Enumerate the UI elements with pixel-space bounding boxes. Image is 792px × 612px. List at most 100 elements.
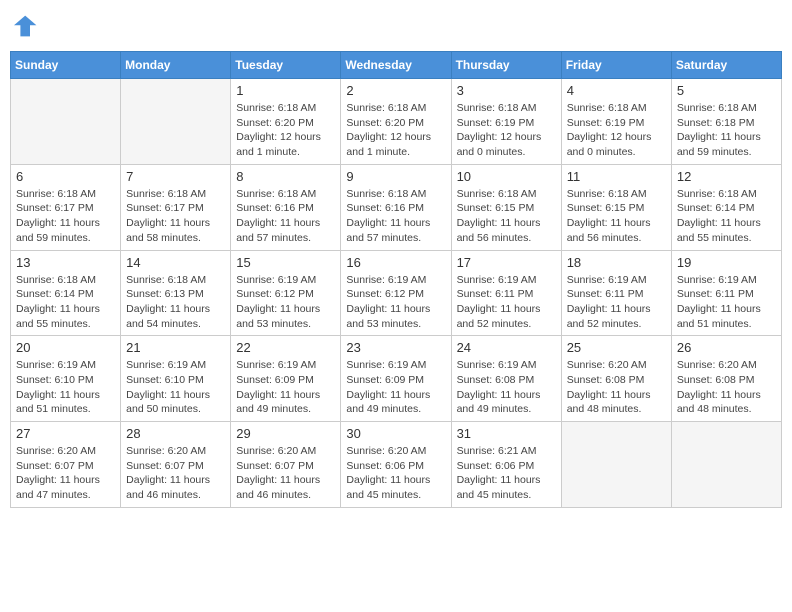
day-number: 2 <box>346 83 445 98</box>
day-number: 13 <box>16 255 115 270</box>
day-info: Sunrise: 6:18 AM Sunset: 6:15 PM Dayligh… <box>567 187 666 246</box>
day-info: Sunrise: 6:18 AM Sunset: 6:17 PM Dayligh… <box>126 187 225 246</box>
day-info: Sunrise: 6:18 AM Sunset: 6:16 PM Dayligh… <box>236 187 335 246</box>
day-of-week-header: Thursday <box>451 52 561 79</box>
calendar-cell <box>121 79 231 165</box>
day-info: Sunrise: 6:18 AM Sunset: 6:20 PM Dayligh… <box>346 101 445 160</box>
day-info: Sunrise: 6:19 AM Sunset: 6:08 PM Dayligh… <box>457 358 556 417</box>
day-info: Sunrise: 6:19 AM Sunset: 6:11 PM Dayligh… <box>457 273 556 332</box>
day-info: Sunrise: 6:19 AM Sunset: 6:09 PM Dayligh… <box>346 358 445 417</box>
day-info: Sunrise: 6:19 AM Sunset: 6:12 PM Dayligh… <box>346 273 445 332</box>
day-of-week-header: Monday <box>121 52 231 79</box>
day-info: Sunrise: 6:20 AM Sunset: 6:07 PM Dayligh… <box>236 444 335 503</box>
calendar-week-row: 27 Sunrise: 6:20 AM Sunset: 6:07 PM Dayli… <box>11 422 782 508</box>
day-of-week-header: Sunday <box>11 52 121 79</box>
day-of-week-header: Saturday <box>671 52 781 79</box>
day-number: 8 <box>236 169 335 184</box>
calendar-cell: 17 Sunrise: 6:19 AM Sunset: 6:11 PM Dayli… <box>451 250 561 336</box>
calendar-cell: 19 Sunrise: 6:19 AM Sunset: 6:11 PM Dayli… <box>671 250 781 336</box>
day-info: Sunrise: 6:20 AM Sunset: 6:07 PM Dayligh… <box>16 444 115 503</box>
calendar-week-row: 20 Sunrise: 6:19 AM Sunset: 6:10 PM Dayli… <box>11 336 782 422</box>
calendar-cell: 25 Sunrise: 6:20 AM Sunset: 6:08 PM Dayli… <box>561 336 671 422</box>
day-number: 18 <box>567 255 666 270</box>
calendar-cell: 21 Sunrise: 6:19 AM Sunset: 6:10 PM Dayli… <box>121 336 231 422</box>
day-number: 17 <box>457 255 556 270</box>
day-number: 24 <box>457 340 556 355</box>
day-number: 21 <box>126 340 225 355</box>
calendar-cell: 16 Sunrise: 6:19 AM Sunset: 6:12 PM Dayli… <box>341 250 451 336</box>
day-info: Sunrise: 6:18 AM Sunset: 6:14 PM Dayligh… <box>677 187 776 246</box>
calendar-cell: 11 Sunrise: 6:18 AM Sunset: 6:15 PM Dayli… <box>561 164 671 250</box>
day-number: 29 <box>236 426 335 441</box>
day-number: 20 <box>16 340 115 355</box>
day-info: Sunrise: 6:21 AM Sunset: 6:06 PM Dayligh… <box>457 444 556 503</box>
calendar-cell: 14Sunrise: 6:18 AM Sunset: 6:13 PM Dayli… <box>121 250 231 336</box>
day-info: Sunrise: 6:19 AM Sunset: 6:10 PM Dayligh… <box>16 358 115 417</box>
day-number: 11 <box>567 169 666 184</box>
day-number: 30 <box>346 426 445 441</box>
day-info: Sunrise: 6:18 AM Sunset: 6:20 PM Dayligh… <box>236 101 335 160</box>
day-number: 5 <box>677 83 776 98</box>
day-number: 9 <box>346 169 445 184</box>
calendar-cell: 8 Sunrise: 6:18 AM Sunset: 6:16 PM Daylig… <box>231 164 341 250</box>
calendar-cell: 31 Sunrise: 6:21 AM Sunset: 6:06 PM Dayli… <box>451 422 561 508</box>
calendar-cell <box>671 422 781 508</box>
calendar-cell <box>11 79 121 165</box>
day-info: Sunrise: 6:19 AM Sunset: 6:11 PM Dayligh… <box>677 273 776 332</box>
day-number: 12 <box>677 169 776 184</box>
day-number: 1 <box>236 83 335 98</box>
calendar-cell: 24 Sunrise: 6:19 AM Sunset: 6:08 PM Dayli… <box>451 336 561 422</box>
day-info: Sunrise: 6:18 AM Sunset: 6:13 PM Dayligh… <box>126 273 225 332</box>
calendar-cell: 6 Sunrise: 6:18 AM Sunset: 6:17 PM Daylig… <box>11 164 121 250</box>
day-number: 27 <box>16 426 115 441</box>
calendar-cell: 23 Sunrise: 6:19 AM Sunset: 6:09 PM Dayli… <box>341 336 451 422</box>
day-info: Sunrise: 6:18 AM Sunset: 6:16 PM Dayligh… <box>346 187 445 246</box>
day-number: 22 <box>236 340 335 355</box>
day-info: Sunrise: 6:19 AM Sunset: 6:09 PM Dayligh… <box>236 358 335 417</box>
calendar-table: SundayMondayTuesdayWednesdayThursdayFrid… <box>10 51 782 508</box>
day-of-week-header: Wednesday <box>341 52 451 79</box>
day-info: Sunrise: 6:20 AM Sunset: 6:06 PM Dayligh… <box>346 444 445 503</box>
calendar-week-row: 13 Sunrise: 6:18 AM Sunset: 6:14 PM Dayli… <box>11 250 782 336</box>
day-info: Sunrise: 6:18 AM Sunset: 6:19 PM Dayligh… <box>457 101 556 160</box>
day-info: Sunrise: 6:18 AM Sunset: 6:14 PM Dayligh… <box>16 273 115 332</box>
day-of-week-header: Friday <box>561 52 671 79</box>
day-info: Sunrise: 6:18 AM Sunset: 6:17 PM Dayligh… <box>16 187 115 246</box>
logo-icon <box>14 14 38 38</box>
day-number: 7 <box>126 169 225 184</box>
day-number: 19 <box>677 255 776 270</box>
day-number: 25 <box>567 340 666 355</box>
day-number: 6 <box>16 169 115 184</box>
calendar-cell: 13 Sunrise: 6:18 AM Sunset: 6:14 PM Dayli… <box>11 250 121 336</box>
calendar-cell: 15 Sunrise: 6:19 AM Sunset: 6:12 PM Dayli… <box>231 250 341 336</box>
calendar-header-row: SundayMondayTuesdayWednesdayThursdayFrid… <box>11 52 782 79</box>
calendar-cell: 22 Sunrise: 6:19 AM Sunset: 6:09 PM Dayli… <box>231 336 341 422</box>
calendar-cell: 18Sunrise: 6:19 AM Sunset: 6:11 PM Dayli… <box>561 250 671 336</box>
calendar-cell: 4Sunrise: 6:18 AM Sunset: 6:19 PM Daylig… <box>561 79 671 165</box>
calendar-cell: 1 Sunrise: 6:18 AM Sunset: 6:20 PM Daylig… <box>231 79 341 165</box>
day-number: 16 <box>346 255 445 270</box>
day-info: Sunrise: 6:19 AM Sunset: 6:12 PM Dayligh… <box>236 273 335 332</box>
calendar-cell <box>561 422 671 508</box>
day-number: 3 <box>457 83 556 98</box>
day-info: Sunrise: 6:18 AM Sunset: 6:15 PM Dayligh… <box>457 187 556 246</box>
day-number: 31 <box>457 426 556 441</box>
calendar-cell: 9 Sunrise: 6:18 AM Sunset: 6:16 PM Daylig… <box>341 164 451 250</box>
day-info: Sunrise: 6:19 AM Sunset: 6:10 PM Dayligh… <box>126 358 225 417</box>
day-of-week-header: Tuesday <box>231 52 341 79</box>
day-number: 28 <box>126 426 225 441</box>
day-info: Sunrise: 6:18 AM Sunset: 6:18 PM Dayligh… <box>677 101 776 160</box>
day-info: Sunrise: 6:20 AM Sunset: 6:07 PM Dayligh… <box>126 444 225 503</box>
calendar-cell: 26 Sunrise: 6:20 AM Sunset: 6:08 PM Dayli… <box>671 336 781 422</box>
calendar-week-row: 6 Sunrise: 6:18 AM Sunset: 6:17 PM Daylig… <box>11 164 782 250</box>
day-number: 23 <box>346 340 445 355</box>
day-number: 26 <box>677 340 776 355</box>
calendar-week-row: 1 Sunrise: 6:18 AM Sunset: 6:20 PM Daylig… <box>11 79 782 165</box>
day-info: Sunrise: 6:20 AM Sunset: 6:08 PM Dayligh… <box>567 358 666 417</box>
calendar-cell: 5 Sunrise: 6:18 AM Sunset: 6:18 PM Daylig… <box>671 79 781 165</box>
day-info: Sunrise: 6:18 AM Sunset: 6:19 PM Dayligh… <box>567 101 666 160</box>
calendar-cell: 3 Sunrise: 6:18 AM Sunset: 6:19 PM Daylig… <box>451 79 561 165</box>
day-number: 15 <box>236 255 335 270</box>
day-info: Sunrise: 6:20 AM Sunset: 6:08 PM Dayligh… <box>677 358 776 417</box>
calendar-cell: 2 Sunrise: 6:18 AM Sunset: 6:20 PM Daylig… <box>341 79 451 165</box>
